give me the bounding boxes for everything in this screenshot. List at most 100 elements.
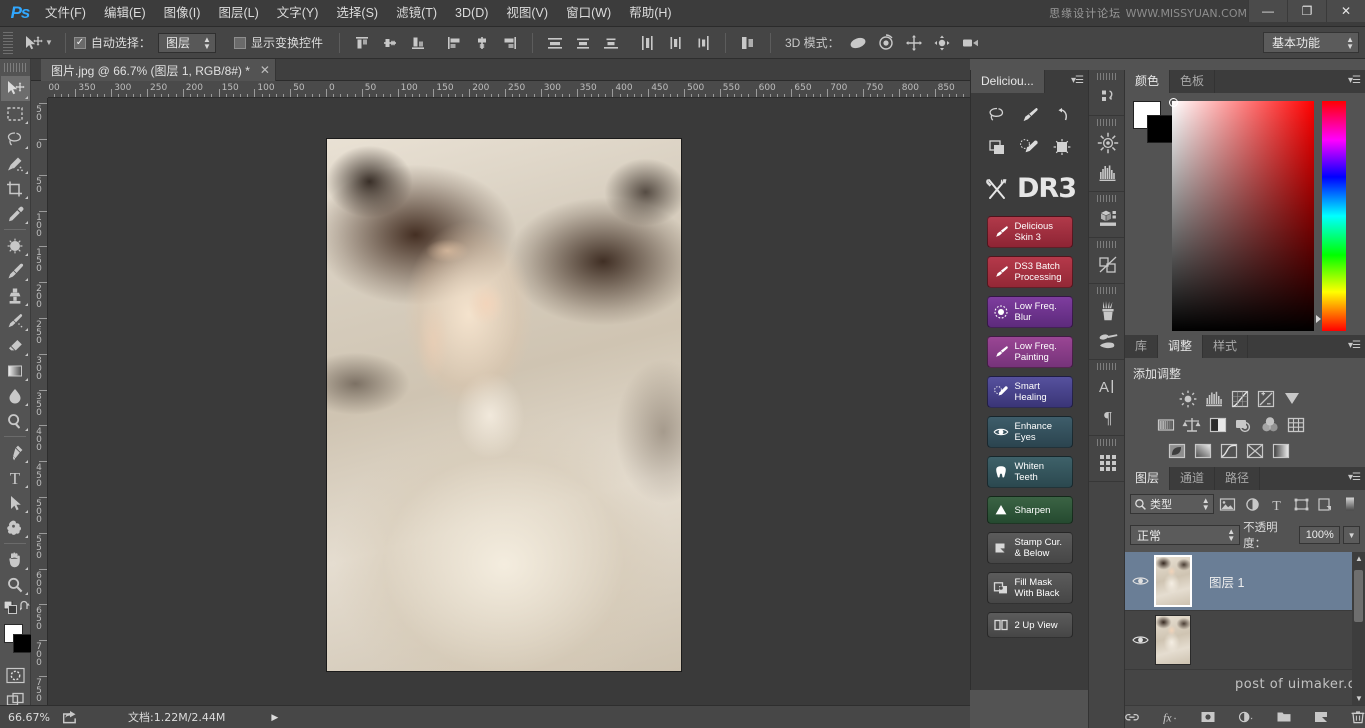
channel-mixer-icon[interactable] [1259,414,1281,436]
crop-tool[interactable] [1,176,30,201]
layer-visibility-toggle[interactable] [1125,575,1155,587]
panel-menu-icon[interactable]: ▾☰ [1348,340,1360,351]
auto-select-checkbox[interactable]: ✓ [74,37,86,49]
distribute-bottom-edges-icon[interactable] [600,32,622,54]
exposure-icon[interactable] [1255,388,1277,410]
healing-brush-icon[interactable] [1016,135,1042,159]
menu-file[interactable]: 文件(F) [36,0,95,27]
active-tool-preview[interactable]: ▼ [17,32,57,54]
fill-mask-with-black-button[interactable]: Fill MaskWith Black [987,572,1073,604]
rail-grip[interactable] [1097,363,1117,370]
tab-layers[interactable]: 图层 [1125,467,1170,490]
type-filter-icon[interactable]: T [1266,494,1286,514]
histogram-icon[interactable] [1089,158,1126,188]
delicious-skin-3-button[interactable]: DeliciousSkin 3 [987,216,1073,248]
whiten-teeth-button[interactable]: WhitenTeeth [987,456,1073,488]
rail-grip[interactable] [1097,439,1117,446]
color-field-cursor[interactable] [1169,98,1178,107]
pixel-filter-icon[interactable] [1218,494,1238,514]
duplicate-layer-icon[interactable] [984,135,1010,159]
align-horizontal-centers-icon[interactable] [471,32,493,54]
link-layers-icon[interactable] [1124,708,1140,726]
tab-swatches[interactable]: 色板 [1170,70,1215,93]
quick-selection-tool[interactable] [1,151,30,176]
show-transform-checkbox[interactable] [234,37,246,49]
distribute-left-edges-icon[interactable] [636,32,658,54]
lasso-icon[interactable] [984,103,1010,127]
zoom-level[interactable]: 66.67% [0,711,62,724]
restore-button[interactable]: ❐ [1287,0,1326,22]
table-row[interactable]: 图层 1 [1125,552,1365,611]
share-icon[interactable] [62,710,82,724]
layer-visibility-toggle[interactable] [1125,634,1155,646]
close-button[interactable]: ✕ [1326,0,1365,22]
3d-orbit-icon[interactable] [846,32,870,54]
eraser-tool[interactable] [1,333,30,358]
stamp-cur-and-below-button[interactable]: Stamp Cur.& Below [987,532,1073,564]
scroll-up-icon[interactable]: ▲ [1355,554,1363,563]
brush-icon[interactable] [1016,103,1042,127]
tab-color[interactable]: 颜色 [1125,70,1170,93]
selection-dots-icon[interactable] [1049,135,1075,159]
tab-paths[interactable]: 路径 [1215,467,1260,490]
levels-icon[interactable] [1203,388,1225,410]
auto-select-scope-select[interactable]: 图层 ▲▼ [158,33,216,53]
opacity-input[interactable]: 100% [1299,526,1340,544]
color-swatches[interactable] [0,621,31,661]
horizontal-ruler[interactable]: 4003503002502001501005005010015020025030… [31,81,970,98]
type-tool[interactable]: T [1,465,30,490]
pen-tool[interactable] [1,440,30,465]
selective-color-icon[interactable] [1244,440,1266,462]
close-icon[interactable]: ✕ [260,63,270,77]
blend-mode-select[interactable]: 正常 ▲▼ [1130,525,1240,545]
menu-view[interactable]: 视图(V) [497,0,557,27]
swatches-grid-icon[interactable] [1089,448,1126,478]
menu-help[interactable]: 帮助(H) [620,0,680,27]
threshold-icon[interactable] [1218,440,1240,462]
minimize-button[interactable]: — [1248,0,1287,22]
undo-arrow-icon[interactable] [1049,103,1075,127]
character-icon[interactable]: A [1089,372,1126,402]
tab-adjustments[interactable]: 调整 [1158,335,1203,358]
tool-preset-caret-icon[interactable]: ▼ [45,38,53,47]
rail-grip[interactable] [1097,73,1117,80]
3d-camera-icon[interactable] [958,32,982,54]
rail-grip[interactable] [1097,195,1117,202]
filter-toggle-icon[interactable] [1340,494,1360,514]
workspace-select[interactable]: 基本功能 ▲▼ [1263,32,1359,53]
align-top-edges-icon[interactable] [351,32,373,54]
adjustment-filter-icon[interactable] [1242,494,1262,514]
menu-filter[interactable]: 滤镜(T) [387,0,446,27]
color-balance-icon[interactable] [1181,414,1203,436]
shape-tool[interactable] [1,515,30,540]
channels-mask-icon[interactable] [1089,250,1126,280]
canvas-image[interactable] [326,138,682,672]
canvas-area[interactable] [48,98,970,705]
distribute-top-edges-icon[interactable] [544,32,566,54]
new-adjustment-icon[interactable] [1237,708,1255,726]
color-field[interactable] [1172,101,1314,331]
zoom-tool[interactable] [1,572,30,597]
posterize-icon[interactable] [1192,440,1214,462]
hue-slider[interactable] [1322,101,1346,331]
layer-thumbnail[interactable] [1155,615,1191,665]
align-right-edges-icon[interactable] [499,32,521,54]
tool-presets-icon[interactable] [1089,326,1126,356]
menu-type[interactable]: 文字(Y) [268,0,328,27]
paragraph-icon[interactable]: ¶ [1089,402,1126,432]
tab-library[interactable]: 库 [1125,335,1158,358]
status-more-arrow-icon[interactable]: ▶ [271,712,278,723]
path-selection-tool[interactable] [1,490,30,515]
default-colors-icon[interactable] [4,601,17,614]
menu-window[interactable]: 窗口(W) [557,0,620,27]
shape-filter-icon[interactable] [1291,494,1311,514]
hand-tool[interactable] [1,547,30,572]
distribute-right-edges-icon[interactable] [692,32,714,54]
delete-layer-icon[interactable] [1350,708,1365,726]
opacity-dropdown-icon[interactable]: ▼ [1343,526,1360,544]
ds3-batch-processing-button[interactable]: DS3 BatchProcessing [987,256,1073,288]
menu-layer[interactable]: 图层(L) [209,0,267,27]
low-freq-blur-button[interactable]: Low Freq.Blur [987,296,1073,328]
navigator-icon[interactable] [1089,128,1126,158]
layer-name[interactable]: 图层 1 [1209,572,1244,591]
